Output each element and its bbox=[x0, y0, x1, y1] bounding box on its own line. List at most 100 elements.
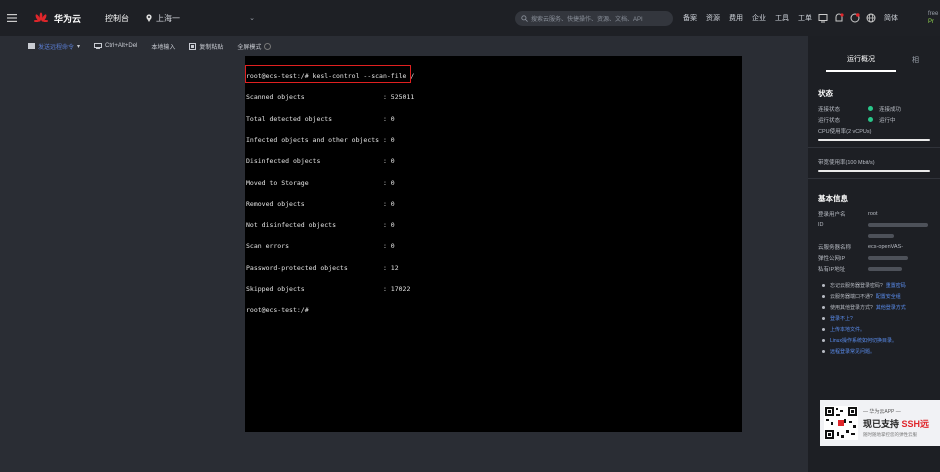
screen-icon[interactable] bbox=[818, 13, 828, 23]
terminal-line: Password-protected objects : 12 bbox=[246, 263, 399, 272]
help-link[interactable]: 云服务器端口不通? 配置安全组 bbox=[822, 291, 940, 302]
status-dot-icon bbox=[868, 117, 873, 122]
redacted-value bbox=[868, 266, 902, 271]
clipboard-icon bbox=[189, 42, 197, 50]
brand-name: 华为云 bbox=[54, 13, 82, 24]
help-link[interactable]: 上传本地文件。 bbox=[822, 324, 940, 335]
toolbar-icons: 简体 bbox=[818, 0, 898, 36]
remote-console-toolbar: 发送远程命令 ▾ Ctrl+Alt+Del 本地输入 复制粘贴 全屏模式 bbox=[0, 36, 808, 56]
login-user-row: 登录用户名 root bbox=[808, 208, 940, 219]
nav-link-tools[interactable]: 工具 bbox=[775, 13, 789, 23]
ctrl-alt-del-button[interactable]: Ctrl+Alt+Del bbox=[94, 43, 137, 49]
server-name-label: 云服务器名称 bbox=[818, 244, 852, 251]
terminal-line: root@ecs-test:/# bbox=[246, 306, 309, 315]
run-status-label: 运行状态 bbox=[818, 117, 841, 124]
bandwidth-usage-bar bbox=[818, 170, 930, 172]
login-user-value: root bbox=[868, 210, 878, 217]
nav-link-enterprise[interactable]: 企业 bbox=[752, 13, 766, 23]
bandwidth-label: 带宽使用率(100 Mbit/s) bbox=[818, 159, 875, 166]
run-status-value: 运行中 bbox=[879, 117, 896, 124]
promo-text: — 华为云APP — 现已支持 SSH远 随时随地掌控您的弹性云服 bbox=[863, 408, 929, 438]
huawei-cloud-logo[interactable]: 华为云 bbox=[34, 12, 81, 25]
promo-note: 随时随地掌控您的弹性云服 bbox=[863, 432, 917, 437]
panel-tabs: 运行概况 相 bbox=[808, 36, 940, 82]
search-placeholder: 搜索云服务、快捷操作、资源、文档、API bbox=[531, 17, 643, 23]
tab-second[interactable]: 相 bbox=[912, 55, 919, 71]
nav-link-billing[interactable]: 费用 bbox=[729, 13, 743, 23]
top-nav-links: 备案 资源 费用 企业 工具 工单 bbox=[683, 0, 821, 36]
local-input-label: 本地输入 bbox=[151, 44, 176, 51]
fullscreen-button[interactable]: 全屏模式 bbox=[237, 42, 274, 51]
help-link[interactable]: 忘记云服务器登录密码? 重置密码 bbox=[822, 280, 940, 291]
tab-overview[interactable]: 运行概况 bbox=[826, 54, 896, 72]
connection-status-row: 连接状态 连接成功 bbox=[808, 103, 940, 114]
terminal-line: Skipped objects : 17022 bbox=[246, 285, 411, 293]
help-link[interactable]: Linux操作系统如何切换目录。 bbox=[822, 335, 940, 346]
status-dot-icon bbox=[868, 106, 873, 111]
private-ip-row: 私有IP地址 bbox=[808, 263, 940, 274]
terminal-output: root@ecs-test:/# kesl-control --scan-fil… bbox=[246, 59, 414, 329]
send-command-menu[interactable]: 发送远程命令 ▾ bbox=[28, 42, 80, 51]
divider bbox=[808, 178, 940, 179]
terminal-line: Not disinfected objects : 0 bbox=[246, 221, 395, 230]
terminal-line: Scan errors : 0 bbox=[246, 242, 395, 251]
region-selector[interactable]: 上海一 ⌄ bbox=[145, 9, 255, 27]
id-label: ID bbox=[818, 221, 824, 228]
basic-info-title: 基本信息 bbox=[818, 194, 848, 203]
terminal-line: Disinfected objects : 0 bbox=[246, 157, 395, 166]
terminal-line: Total detected objects : 0 bbox=[246, 114, 395, 123]
eip-label: 弹性公网IP bbox=[818, 255, 846, 262]
nav-link-resources[interactable]: 资源 bbox=[706, 13, 720, 23]
hamburger-menu-icon[interactable] bbox=[0, 0, 24, 36]
eip-row: 弹性公网IP bbox=[808, 252, 940, 263]
command-icon bbox=[28, 43, 35, 49]
app-promo-banner[interactable]: — 华为云APP — 现已支持 SSH远 随时随地掌控您的弹性云服 bbox=[820, 400, 940, 446]
globe-icon[interactable] bbox=[866, 13, 876, 23]
help-link[interactable]: 远程登录常见问题。 bbox=[822, 346, 940, 357]
server-name-value: ecs-openVAS- bbox=[868, 243, 904, 250]
highlight-box bbox=[245, 65, 411, 83]
status-section-title: 状态 bbox=[818, 89, 833, 98]
account-tag-line2: Pr bbox=[928, 19, 934, 25]
top-nav-bar: 华为云 控制台 上海一 ⌄ 搜索云服务、快捷操作、资源、文档、API 备案 资源… bbox=[0, 0, 940, 36]
account-tag[interactable]: free Pr bbox=[928, 10, 938, 26]
help-link[interactable]: 使用其他登录方式? 其他登录方式 bbox=[822, 302, 940, 313]
monitor-icon bbox=[94, 43, 103, 49]
help-links: 忘记云服务器登录密码? 重置密码 云服务器端口不通? 配置安全组 使用其他登录方式?… bbox=[808, 280, 940, 357]
copy-paste-label: 复制粘贴 bbox=[199, 44, 224, 51]
id-row: ID bbox=[808, 219, 940, 230]
server-name-row: 云服务器名称 ecs-openVAS- bbox=[808, 241, 940, 252]
copy-paste-button[interactable]: 复制粘贴 bbox=[189, 42, 223, 51]
redacted-value bbox=[868, 222, 928, 227]
nav-link-tickets[interactable]: 工单 bbox=[798, 13, 812, 23]
connection-status-value: 连接成功 bbox=[879, 106, 902, 113]
location-pin-icon bbox=[146, 14, 152, 22]
cpu-label: CPU使用率(2 vCPUs) bbox=[818, 128, 872, 135]
redacted-value bbox=[868, 255, 908, 260]
huawei-logo-icon bbox=[34, 12, 48, 22]
private-ip-label: 私有IP地址 bbox=[818, 266, 846, 273]
account-tag-line1: free bbox=[928, 11, 939, 17]
search-icon bbox=[521, 15, 528, 22]
console-link[interactable]: 控制台 bbox=[105, 13, 129, 24]
bandwidth-row: 带宽使用率(100 Mbit/s) bbox=[808, 156, 940, 167]
nav-link-beian[interactable]: 备案 bbox=[683, 13, 697, 23]
help-link[interactable]: 登录不上? bbox=[822, 313, 940, 324]
chevron-down-icon: ⌄ bbox=[249, 15, 256, 22]
help-icon[interactable] bbox=[850, 13, 860, 23]
terminal-line: Removed objects : 0 bbox=[246, 199, 395, 208]
search-input[interactable]: 搜索云服务、快捷操作、资源、文档、API bbox=[515, 11, 673, 26]
promo-subtitle: — 华为云APP — bbox=[863, 409, 901, 415]
ctrl-alt-del-label: Ctrl+Alt+Del bbox=[105, 43, 138, 49]
divider bbox=[808, 147, 940, 148]
login-user-label: 登录用户名 bbox=[818, 211, 846, 218]
local-input-button[interactable]: 本地输入 bbox=[151, 42, 175, 51]
language-switch[interactable]: 简体 bbox=[884, 13, 898, 23]
info-circle-icon bbox=[264, 42, 272, 50]
remote-terminal[interactable]: root@ecs-test:/# kesl-control --scan-fil… bbox=[245, 56, 742, 432]
connection-status-label: 连接状态 bbox=[818, 106, 841, 113]
terminal-line: Infected objects and other objects : 0 bbox=[246, 136, 395, 145]
cpu-usage-bar bbox=[818, 139, 930, 141]
notification-icon[interactable] bbox=[834, 13, 844, 23]
terminal-line: Scanned objects : 525011 bbox=[246, 93, 415, 102]
